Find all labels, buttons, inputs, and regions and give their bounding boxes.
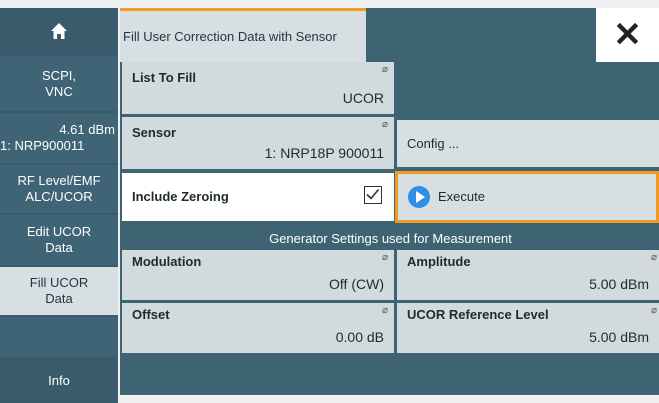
button-label: Execute bbox=[438, 189, 485, 204]
close-button[interactable]: ✕ bbox=[596, 8, 659, 62]
sidebar: SCPI, VNC 4.61 dBm 1: NRP900011 RF Level… bbox=[0, 8, 118, 403]
pin-icon: ⌀ bbox=[650, 305, 657, 316]
execute-button[interactable]: Execute bbox=[395, 171, 659, 223]
field-label: Offset bbox=[132, 307, 170, 322]
sidebar-item-empty bbox=[0, 317, 118, 357]
field-label: UCOR Reference Level bbox=[407, 307, 549, 322]
pin-icon: ⌀ bbox=[381, 252, 388, 263]
field-label: Modulation bbox=[132, 254, 202, 269]
sidebar-item-label: VNC bbox=[45, 83, 73, 99]
close-icon: ✕ bbox=[613, 16, 642, 54]
sidebar-item-label: SCPI, bbox=[42, 67, 76, 83]
field-label: Sensor bbox=[132, 125, 177, 140]
field-value: 5.00 dBm bbox=[589, 329, 649, 345]
stage: SCPI, VNC 4.61 dBm 1: NRP900011 RF Level… bbox=[0, 0, 659, 403]
sidebar-item-label: ALC/UCOR bbox=[25, 189, 93, 204]
ucor-reference-level-field: UCOR Reference Level ⌀ 5.00 dBm bbox=[397, 303, 659, 353]
field-label: List To Fill bbox=[132, 70, 197, 85]
sidebar-item-label: Fill UCOR bbox=[29, 275, 89, 290]
sidebar-item-label: RF Level/EMF bbox=[17, 173, 101, 188]
sidebar-item-edit-ucor[interactable]: Edit UCOR Data bbox=[0, 215, 118, 265]
list-to-fill-field[interactable]: List To Fill ⌀ UCOR bbox=[122, 62, 394, 114]
include-zeroing-checkbox[interactable]: Include Zeroing bbox=[122, 173, 394, 221]
pin-icon: ⌀ bbox=[650, 252, 657, 263]
button-label: Config ... bbox=[407, 136, 460, 151]
play-icon bbox=[408, 186, 430, 208]
config-button[interactable]: Config ... bbox=[397, 120, 659, 167]
pin-icon: ⌀ bbox=[381, 305, 388, 316]
field-value: Off (CW) bbox=[329, 276, 384, 292]
sidebar-item-fill-ucor[interactable]: Fill UCOR Data bbox=[0, 267, 118, 315]
field-label: Amplitude bbox=[407, 254, 471, 269]
sidebar-item-label: Data bbox=[45, 291, 73, 306]
field-value: 5.00 dBm bbox=[589, 276, 649, 292]
offset-field: Offset ⌀ 0.00 dB bbox=[122, 303, 394, 353]
sidebar-item-label: 1: NRP900011 bbox=[0, 138, 85, 153]
sidebar-item-label: 4.61 dBm bbox=[59, 122, 115, 137]
checkbox-checked-icon[interactable] bbox=[364, 186, 382, 204]
sidebar-item-label: Data bbox=[45, 240, 73, 255]
field-value: UCOR bbox=[342, 90, 384, 106]
field-value: 1: NRP18P 900011 bbox=[264, 145, 384, 161]
amplitude-field: Amplitude ⌀ 5.00 dBm bbox=[397, 250, 659, 300]
field-label: Include Zeroing bbox=[132, 189, 229, 204]
sidebar-item-rf-level[interactable]: RF Level/EMF ALC/UCOR bbox=[0, 165, 118, 213]
sidebar-item-scpi-vnc[interactable]: SCPI, VNC bbox=[0, 56, 118, 111]
sidebar-home-button[interactable] bbox=[0, 8, 118, 54]
pin-icon: ⌀ bbox=[381, 64, 388, 75]
sidebar-item-info[interactable]: Info bbox=[0, 359, 118, 403]
home-icon bbox=[51, 23, 67, 39]
sidebar-item-label: Info bbox=[48, 373, 70, 388]
dialog-title-tab[interactable]: Fill User Correction Data with Sensor bbox=[120, 8, 366, 62]
field-value: 0.00 dB bbox=[335, 329, 384, 345]
sidebar-item-label: Edit UCOR bbox=[26, 224, 92, 239]
dialog-footer bbox=[120, 355, 659, 395]
sidebar-item-sensor-level[interactable]: 4.61 dBm 1: NRP900011 bbox=[0, 113, 118, 163]
modulation-field: Modulation ⌀ Off (CW) bbox=[122, 250, 394, 300]
sensor-field[interactable]: Sensor ⌀ 1: NRP18P 900011 bbox=[122, 117, 394, 169]
dialog-title: Fill User Correction Data with Sensor bbox=[123, 29, 337, 44]
section-header: Generator Settings used for Measurement bbox=[122, 231, 659, 247]
pin-icon: ⌀ bbox=[381, 119, 388, 130]
